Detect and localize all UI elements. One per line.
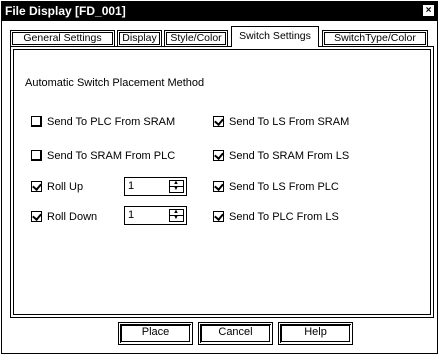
- checkbox[interactable]: [213, 116, 224, 127]
- spinner-arrows[interactable]: ▲ ▼: [169, 180, 184, 193]
- checkbox[interactable]: [31, 181, 42, 192]
- window-title: File Display [FD_001]: [5, 4, 126, 18]
- place-button[interactable]: Place: [118, 322, 193, 345]
- spinner-value[interactable]: 1: [128, 209, 134, 221]
- spin-down-icon[interactable]: ▼: [173, 186, 179, 192]
- switch-settings-panel: Automatic Switch Placement Method Send T…: [10, 46, 434, 318]
- option-label: Roll Up: [47, 181, 84, 193]
- spin-up-icon[interactable]: ▲: [173, 209, 179, 215]
- checkbox[interactable]: [31, 116, 42, 127]
- spin-down-icon[interactable]: ▼: [173, 215, 179, 221]
- help-button[interactable]: Help: [278, 322, 353, 345]
- checkbox[interactable]: [31, 150, 42, 161]
- close-icon[interactable]: ×: [423, 5, 434, 16]
- option-label: Roll Down: [47, 211, 98, 223]
- file-display-dialog: File Display [FD_001] × General Settings…: [1, 1, 438, 354]
- option-label: Send To SRAM From PLC: [47, 150, 176, 162]
- checkbox[interactable]: [213, 150, 224, 161]
- checkbox[interactable]: [213, 211, 224, 222]
- option-label: Send To PLC From LS: [229, 211, 339, 223]
- section-label: Automatic Switch Placement Method: [25, 77, 205, 89]
- spinner-value[interactable]: 1: [128, 180, 134, 192]
- tab-switch-settings[interactable]: Switch Settings: [231, 26, 319, 47]
- roll-up-spinner[interactable]: 1 ▲ ▼: [124, 177, 187, 196]
- option-label: Send To SRAM From LS: [229, 150, 350, 162]
- tab-switchtype-color[interactable]: SwitchType/Color: [322, 30, 428, 47]
- tab-style-color[interactable]: Style/Color: [164, 30, 228, 47]
- option-label: Send To PLC From SRAM: [47, 116, 176, 128]
- tab-general-settings[interactable]: General Settings: [10, 30, 115, 47]
- option-label: Send To LS From SRAM: [229, 116, 350, 128]
- roll-down-spinner[interactable]: 1 ▲ ▼: [124, 206, 187, 225]
- checkbox[interactable]: [31, 211, 42, 222]
- option-label: Send To LS From PLC: [229, 181, 339, 193]
- tab-display[interactable]: Display: [117, 30, 162, 47]
- cancel-button[interactable]: Cancel: [198, 322, 273, 345]
- checkbox[interactable]: [213, 181, 224, 192]
- spin-up-icon[interactable]: ▲: [173, 180, 179, 186]
- spinner-arrows[interactable]: ▲ ▼: [169, 209, 184, 222]
- title-bar: File Display [FD_001] ×: [2, 2, 437, 21]
